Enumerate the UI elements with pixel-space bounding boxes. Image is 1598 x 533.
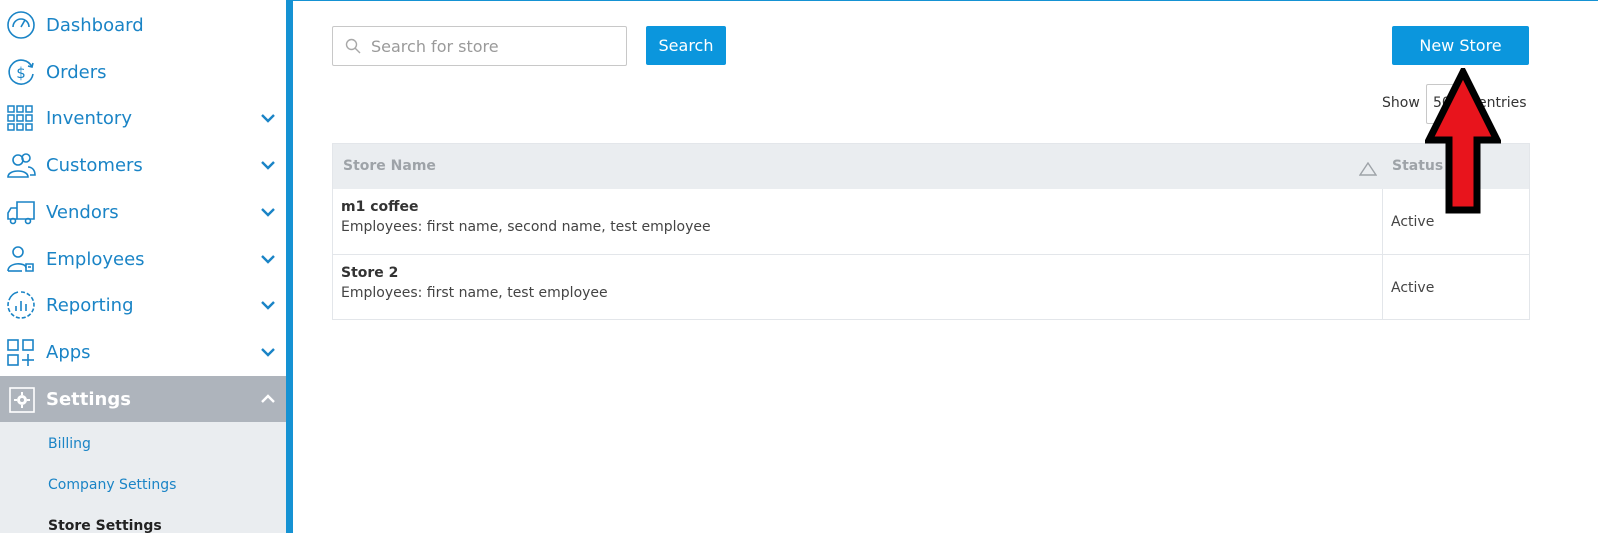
- store-employees: Employees: first name, test employee: [341, 285, 608, 301]
- sidebar-item-apps[interactable]: Apps: [0, 329, 286, 375]
- annotation-arrow-icon: [1423, 64, 1503, 214]
- truck-icon: [6, 197, 36, 227]
- employee-icon: [6, 244, 36, 274]
- chevron-down-icon[interactable]: [260, 205, 276, 219]
- search-box: [332, 26, 627, 66]
- table-header: Store Name Status: [333, 144, 1529, 189]
- submenu-item-store-settings[interactable]: Store Settings: [48, 518, 162, 533]
- sidebar-item-orders[interactable]: $ Orders: [0, 49, 286, 95]
- chevron-down-icon[interactable]: [260, 252, 276, 266]
- store-status: Active: [1391, 280, 1435, 296]
- store-employees: Employees: first name, second name, test…: [341, 219, 711, 235]
- store-name[interactable]: m1 coffee: [341, 199, 418, 215]
- sidebar-item-label: Employees: [46, 248, 145, 270]
- sidebar-item-settings[interactable]: Settings: [0, 376, 286, 422]
- sidebar-item-label: Orders: [46, 61, 107, 83]
- sidebar-item-label: Reporting: [46, 294, 134, 316]
- sidebar: Dashboard $ Orders Inventory Customers V…: [0, 0, 286, 533]
- sidebar-item-dashboard[interactable]: Dashboard: [0, 2, 286, 48]
- stores-table: Store Name Status m1 coffee Employees: f…: [332, 143, 1530, 320]
- sidebar-item-label: Settings: [46, 388, 131, 410]
- svg-text:$: $: [16, 64, 26, 82]
- column-header-store-name[interactable]: Store Name: [343, 158, 436, 174]
- chevron-down-icon[interactable]: [260, 298, 276, 312]
- store-name[interactable]: Store 2: [341, 265, 398, 281]
- sidebar-item-vendors[interactable]: Vendors: [0, 189, 286, 235]
- sidebar-item-label: Inventory: [46, 107, 132, 129]
- submenu-item-company-settings[interactable]: Company Settings: [48, 477, 176, 493]
- search-input[interactable]: [371, 33, 616, 59]
- sidebar-item-label: Vendors: [46, 201, 119, 223]
- gear-icon: [6, 384, 36, 414]
- search-button[interactable]: Search: [646, 26, 726, 65]
- sidebar-border: [286, 0, 293, 533]
- new-store-button[interactable]: New Store: [1392, 26, 1529, 65]
- sort-ascending-icon[interactable]: [1358, 161, 1378, 176]
- chevron-up-icon[interactable]: [260, 392, 276, 406]
- settings-submenu: Billing Company Settings Store Settings: [0, 422, 286, 533]
- sidebar-item-reporting[interactable]: Reporting: [0, 282, 286, 328]
- sidebar-item-inventory[interactable]: Inventory: [0, 95, 286, 141]
- chart-circle-icon: [6, 290, 36, 320]
- users-icon: [6, 150, 36, 180]
- sidebar-item-label: Dashboard: [46, 14, 144, 36]
- sidebar-item-label: Apps: [46, 341, 91, 363]
- submenu-item-billing[interactable]: Billing: [48, 436, 91, 452]
- apps-plus-icon: [6, 337, 36, 367]
- sidebar-item-label: Customers: [46, 154, 143, 176]
- chevron-down-icon[interactable]: [260, 111, 276, 125]
- grid-icon: [6, 103, 36, 133]
- dollar-refresh-icon: $: [6, 57, 36, 87]
- chevron-down-icon[interactable]: [260, 345, 276, 359]
- speedometer-icon: [6, 10, 36, 40]
- chevron-down-icon[interactable]: [260, 158, 276, 172]
- table-row[interactable]: Store 2 Employees: first name, test empl…: [333, 255, 1529, 321]
- show-label: Show: [1382, 95, 1420, 111]
- table-row[interactable]: m1 coffee Employees: first name, second …: [333, 189, 1529, 255]
- store-status: Active: [1391, 214, 1435, 230]
- sidebar-item-customers[interactable]: Customers: [0, 142, 286, 188]
- search-icon: [345, 38, 361, 54]
- sidebar-item-employees[interactable]: Employees: [0, 236, 286, 282]
